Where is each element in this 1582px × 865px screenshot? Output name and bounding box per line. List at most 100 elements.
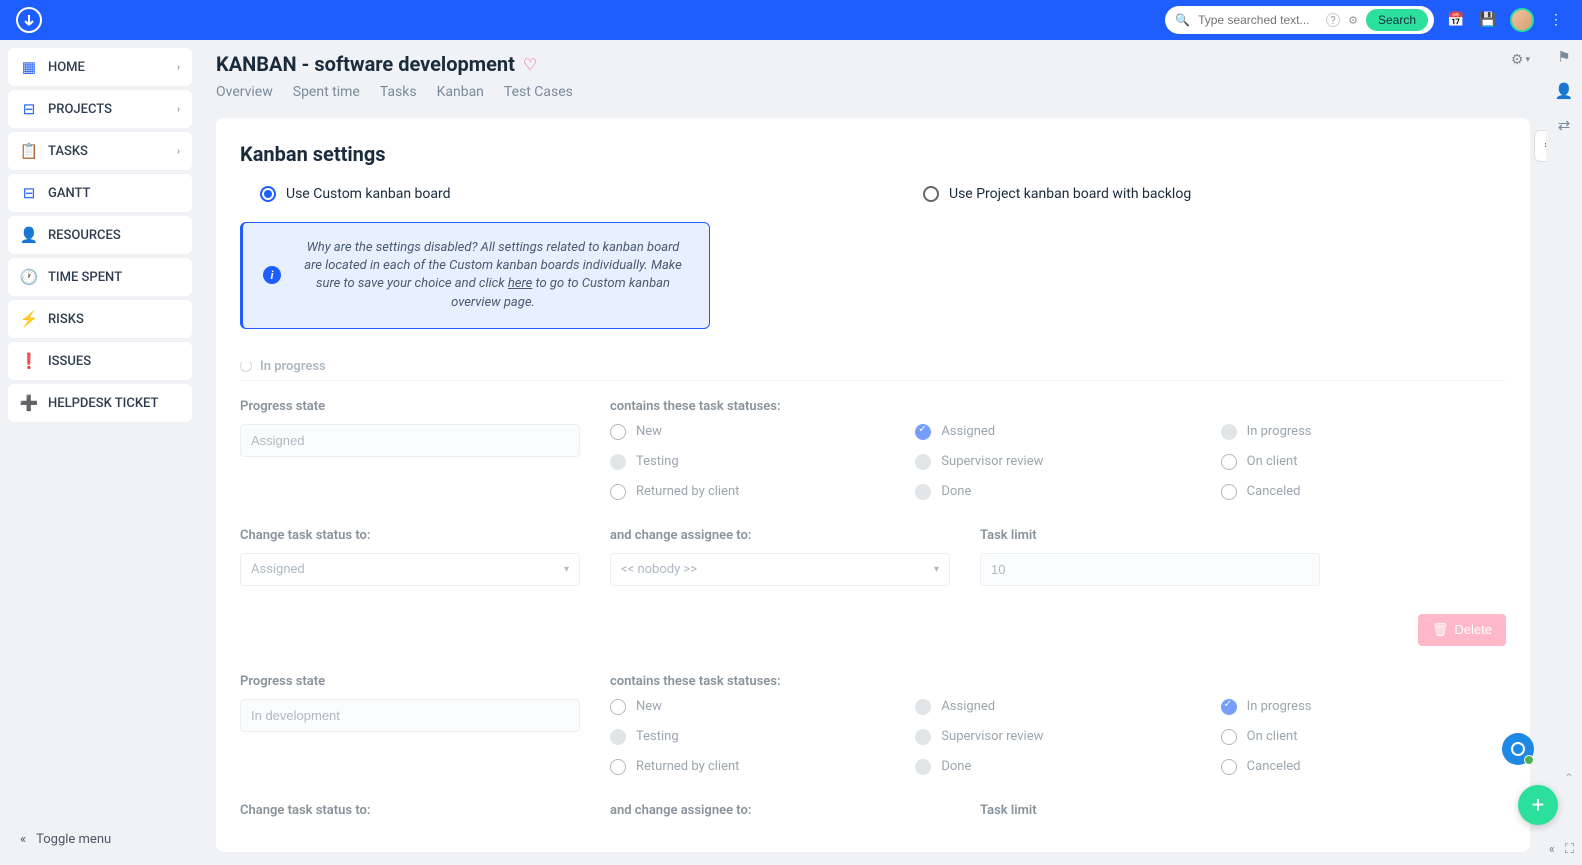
change-assignee-select[interactable]: << nobody >> [610, 553, 950, 586]
status-assigned[interactable]: Assigned [915, 699, 1200, 715]
status-canceled[interactable]: Canceled [1221, 759, 1506, 775]
task-limit-input[interactable] [980, 553, 1320, 586]
status-testing[interactable]: Testing [610, 454, 895, 470]
sidebar-item-time-spent[interactable]: 🕐 TIME SPENT [8, 258, 192, 296]
alert-icon: ❗ [20, 352, 38, 370]
sidebar-item-label: TIME SPENT [48, 270, 122, 285]
radio-icon [610, 484, 626, 500]
radio-icon [915, 729, 931, 745]
status-testing[interactable]: Testing [610, 729, 895, 745]
person-icon: 👤 [20, 226, 38, 244]
card-settings-button[interactable]: ⚙ [1534, 130, 1546, 162]
radio-icon [1221, 424, 1237, 440]
radio-icon [1221, 484, 1237, 500]
radio-icon [1221, 729, 1237, 745]
info-link[interactable]: here [508, 276, 532, 291]
flag-icon[interactable]: ⚑ [1557, 48, 1570, 66]
radio-label: Use Custom kanban board [286, 186, 451, 202]
page-title: KANBAN - software development [216, 52, 515, 76]
status-done[interactable]: Done [915, 484, 1200, 500]
sidebar-item-helpdesk[interactable]: ➕ HELPDESK TICKET [8, 384, 192, 422]
page-settings-button[interactable]: ⚙ ▾ [1511, 52, 1530, 68]
field-label: Task limit [980, 803, 1320, 818]
tab-spent-time[interactable]: Spent time [293, 82, 360, 102]
check-icon [1221, 699, 1237, 715]
status-returned[interactable]: Returned by client [610, 759, 895, 775]
filter-icon[interactable]: ⚙ [1348, 14, 1358, 27]
progress-state-input[interactable] [240, 699, 580, 732]
plus-box-icon: ➕ [20, 394, 38, 412]
bolt-icon: ⚡ [20, 310, 38, 328]
search-bar: 🔍 ? ⚙ Search [1165, 6, 1434, 34]
toggle-menu-label: Toggle menu [36, 832, 111, 847]
sidebar-item-label: HELPDESK TICKET [48, 396, 158, 411]
spinner-icon [240, 360, 252, 372]
fullscreen-icon[interactable]: ⛶ [1565, 842, 1574, 857]
sidebar-item-gantt[interactable]: ⊟GANTT [8, 174, 192, 212]
clock-icon: 🕐 [20, 268, 38, 286]
status-supervisor[interactable]: Supervisor review [915, 729, 1200, 745]
top-header: 🔍 ? ⚙ Search 📅 💾 ⋮ [0, 0, 1582, 40]
status-supervisor[interactable]: Supervisor review [915, 454, 1200, 470]
scroll-up-icon[interactable]: ⌃ [1564, 771, 1574, 785]
tab-overview[interactable]: Overview [216, 82, 273, 102]
grid-icon: ▦ [20, 58, 38, 76]
info-text: Why are the settings disabled? All setti… [297, 239, 689, 312]
sidebar-item-resources[interactable]: 👤RESOURCES [8, 216, 192, 254]
field-label: Change task status to: [240, 803, 580, 818]
phase-label: In progress [260, 359, 326, 374]
help-icon[interactable]: ? [1326, 13, 1340, 27]
calendar-icon[interactable]: 📅 [1446, 10, 1466, 30]
radio-project-backlog[interactable]: Use Project kanban board with backlog [923, 186, 1506, 202]
radio-icon [610, 759, 626, 775]
more-menu-icon[interactable]: ⋮ [1546, 10, 1566, 30]
status-new[interactable]: New [610, 699, 895, 715]
search-input[interactable] [1198, 13, 1318, 27]
heart-icon[interactable]: ♡ [523, 55, 537, 74]
radio-icon [915, 454, 931, 470]
sidebar-item-label: GANTT [48, 186, 90, 201]
radio-custom-board[interactable]: Use Custom kanban board [260, 186, 843, 202]
tab-test-cases[interactable]: Test Cases [504, 82, 573, 102]
sliders-icon[interactable]: ⇄ [1558, 116, 1571, 134]
clipboard-icon: 📋 [20, 142, 38, 160]
status-returned[interactable]: Returned by client [610, 484, 895, 500]
phase-header: In progress [240, 353, 1506, 381]
field-label: contains these task statuses: [610, 674, 1506, 689]
sidebar-item-home[interactable]: ▦HOME› [8, 48, 192, 86]
radio-icon [610, 454, 626, 470]
status-on-client[interactable]: On client [1221, 454, 1506, 470]
sidebar-item-projects[interactable]: ⊟PROJECTS› [8, 90, 192, 128]
change-status-select[interactable]: Assigned [240, 553, 580, 586]
sidebar: ▦ HOME › ⊟PROJECTS› 📋TASKS› ⊟GANTT 👤RESOUR… [0, 40, 200, 865]
chevron-right-icon: › [177, 104, 180, 115]
user-avatar[interactable] [1510, 8, 1534, 32]
status-on-client[interactable]: On client [1221, 729, 1506, 745]
status-in-progress[interactable]: In progress [1221, 424, 1506, 440]
sidebar-item-label: RISKS [48, 312, 84, 327]
delete-button[interactable]: 🗑Delete [1418, 614, 1506, 646]
sidebar-item-risks[interactable]: ⚡ RISKS [8, 300, 192, 338]
toggle-menu-button[interactable]: «Toggle menu [8, 822, 192, 857]
tab-tasks[interactable]: Tasks [380, 82, 417, 102]
status-done[interactable]: Done [915, 759, 1200, 775]
field-label: Progress state [240, 399, 580, 414]
sidebar-item-issues[interactable]: ❗ISSUES [8, 342, 192, 380]
add-fab[interactable]: + [1518, 785, 1558, 825]
status-canceled[interactable]: Canceled [1221, 484, 1506, 500]
status-in-progress[interactable]: In progress [1221, 699, 1506, 715]
status-new[interactable]: New [610, 424, 895, 440]
chat-button[interactable] [1502, 733, 1534, 765]
status-assigned[interactable]: Assigned [915, 424, 1200, 440]
sidebar-item-label: HOME [48, 60, 85, 75]
tab-kanban[interactable]: Kanban [437, 82, 484, 102]
app-logo[interactable] [16, 7, 42, 33]
save-icon[interactable]: 💾 [1478, 10, 1498, 30]
user-search-icon[interactable]: 👤 [1555, 82, 1574, 100]
sidebar-item-tasks[interactable]: 📋TASKS› [8, 132, 192, 170]
search-button[interactable]: Search [1366, 9, 1428, 31]
collapse-icon[interactable]: « [1549, 842, 1555, 857]
field-label: Change task status to: [240, 528, 580, 543]
radio-icon [1221, 759, 1237, 775]
progress-state-input[interactable] [240, 424, 580, 457]
